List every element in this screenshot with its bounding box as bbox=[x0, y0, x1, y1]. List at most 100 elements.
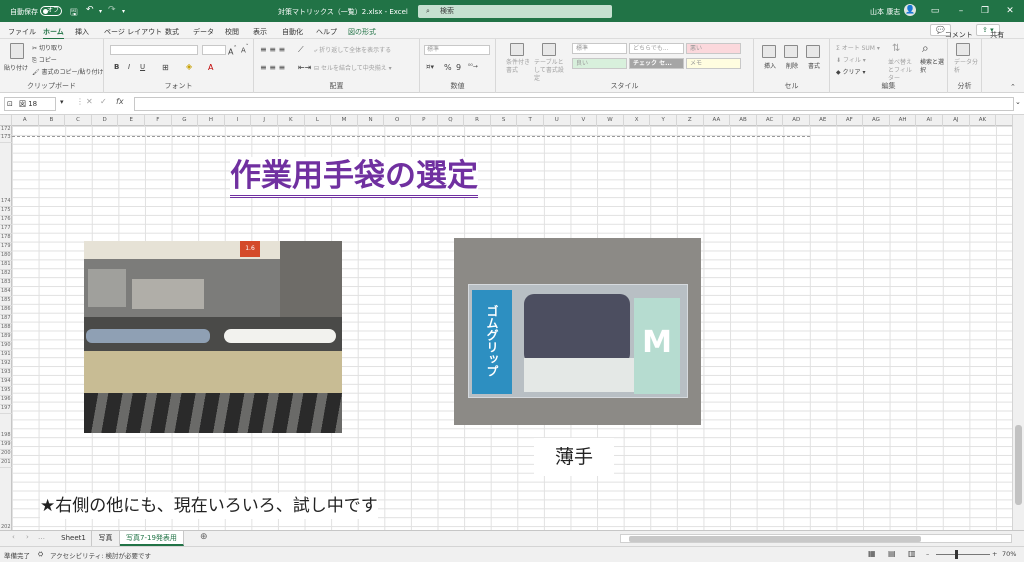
font-name-combo[interactable] bbox=[110, 45, 198, 55]
column-header[interactable]: AH bbox=[890, 115, 917, 126]
photo-caption[interactable]: 薄手 bbox=[534, 438, 614, 476]
avatar[interactable]: 👤 bbox=[904, 4, 916, 16]
merge-center-button[interactable]: ⊟ セルを結合して中央揃え ▾ bbox=[314, 63, 392, 72]
column-header[interactable]: B bbox=[39, 115, 66, 126]
paste-icon[interactable] bbox=[10, 43, 24, 59]
tab-view[interactable]: 表示 bbox=[253, 27, 267, 37]
comma-icon[interactable]: 9 bbox=[456, 63, 461, 72]
row-header[interactable]: 173 bbox=[0, 134, 12, 143]
row-header[interactable]: 179 bbox=[0, 243, 12, 252]
column-header[interactable]: AD bbox=[783, 115, 810, 126]
style-normal[interactable]: 標準 bbox=[572, 43, 627, 54]
underline-icon[interactable]: U bbox=[140, 63, 145, 71]
column-header[interactable]: V bbox=[571, 115, 598, 126]
row-header[interactable]: 182 bbox=[0, 270, 12, 279]
share-button[interactable]: ⇪ 共有 ▾ bbox=[976, 24, 1004, 39]
insert-cells-button[interactable]: 挿入 bbox=[764, 61, 776, 70]
style-note[interactable]: メモ bbox=[686, 58, 741, 69]
column-header[interactable]: S bbox=[491, 115, 518, 126]
conditional-format-icon[interactable] bbox=[510, 43, 524, 56]
tab-formulas[interactable]: 数式 bbox=[165, 27, 179, 37]
percent-icon[interactable]: % bbox=[444, 63, 452, 72]
vertical-scrollbar[interactable] bbox=[1012, 115, 1024, 530]
row-header[interactable]: 174 bbox=[0, 198, 12, 207]
column-header[interactable]: C bbox=[65, 115, 92, 126]
ribbon-display-icon[interactable]: ▭ bbox=[928, 5, 942, 17]
horizontal-scrollbar[interactable] bbox=[620, 534, 1012, 543]
row-header[interactable]: 188 bbox=[0, 324, 12, 333]
zoom-level[interactable]: 70% bbox=[1002, 550, 1016, 558]
collapse-ribbon-icon[interactable]: ⌃ bbox=[1010, 83, 1016, 91]
row-header[interactable]: 201 bbox=[0, 459, 12, 468]
row-header[interactable]: 200 bbox=[0, 450, 12, 459]
column-header[interactable]: AC bbox=[757, 115, 784, 126]
row-header[interactable]: 198 bbox=[0, 432, 12, 441]
restore-icon[interactable]: ❐ bbox=[978, 5, 992, 17]
minimize-icon[interactable]: – bbox=[954, 5, 968, 17]
search-box[interactable]: ⌕ 検索 bbox=[418, 5, 612, 18]
undo-dropdown-icon[interactable]: ▾ bbox=[99, 8, 102, 15]
fill-color-icon[interactable]: ◈ bbox=[186, 62, 192, 71]
zoom-in-icon[interactable]: + bbox=[992, 550, 997, 558]
tab-automate[interactable]: 自動化 bbox=[282, 27, 303, 37]
horizontal-scroll-thumb[interactable] bbox=[629, 536, 921, 542]
cancel-entry-icon[interactable]: ✕ bbox=[86, 97, 93, 106]
column-header[interactable]: M bbox=[331, 115, 358, 126]
row-header[interactable]: 196 bbox=[0, 396, 12, 405]
column-header[interactable]: AA bbox=[704, 115, 731, 126]
insert-cells-icon[interactable] bbox=[762, 45, 776, 58]
sheet-tab-photo-presentation[interactable]: 写真7-19発表用 bbox=[120, 531, 184, 546]
column-header[interactable]: J bbox=[251, 115, 278, 126]
sheet-tab-sheet1[interactable]: Sheet1 bbox=[56, 531, 92, 546]
italic-icon[interactable]: I bbox=[128, 63, 130, 71]
photo-glove-workbench[interactable]: 1.6 bbox=[84, 241, 342, 433]
column-header[interactable]: L bbox=[305, 115, 332, 126]
page-break-view-icon[interactable]: ▥ bbox=[908, 549, 916, 558]
column-header[interactable]: AG bbox=[863, 115, 890, 126]
sort-filter-icon[interactable]: ⇅ bbox=[892, 43, 900, 54]
column-header[interactable]: Y bbox=[650, 115, 677, 126]
analyze-data-icon[interactable] bbox=[956, 43, 970, 56]
row-header[interactable]: 178 bbox=[0, 234, 12, 243]
close-icon[interactable]: ✕ bbox=[1003, 5, 1017, 17]
orientation-icon[interactable]: ⟋ bbox=[298, 45, 304, 55]
row-header[interactable]: 197 bbox=[0, 405, 12, 414]
column-header[interactable]: P bbox=[411, 115, 438, 126]
expand-formula-icon[interactable]: ⌄ bbox=[1015, 98, 1021, 106]
find-select-button[interactable]: 検索と選択 bbox=[920, 59, 944, 75]
select-all-corner[interactable] bbox=[0, 115, 12, 126]
decrease-font-icon[interactable]: Aˇ bbox=[241, 45, 249, 54]
delete-cells-button[interactable]: 削除 bbox=[786, 61, 798, 70]
column-header[interactable]: AI bbox=[916, 115, 943, 126]
column-header[interactable]: O bbox=[384, 115, 411, 126]
row-header[interactable]: 190 bbox=[0, 342, 12, 351]
row-header[interactable]: 199 bbox=[0, 441, 12, 450]
row-header[interactable]: 192 bbox=[0, 360, 12, 369]
tab-data[interactable]: データ bbox=[193, 27, 214, 37]
autosum-button[interactable]: Σ オート SUM ▾ bbox=[836, 43, 880, 52]
style-good[interactable]: 良い bbox=[572, 58, 627, 69]
name-box-dropdown-icon[interactable]: ▾ bbox=[60, 98, 64, 106]
delete-cells-icon[interactable] bbox=[784, 45, 798, 58]
accessibility-status[interactable]: アクセシビリティ: 検討が必要です bbox=[50, 550, 151, 560]
tab-picture-format[interactable]: 図の形式 bbox=[348, 27, 376, 37]
row-header[interactable]: 181 bbox=[0, 261, 12, 270]
row-header[interactable]: 180 bbox=[0, 252, 12, 261]
row-header[interactable]: 189 bbox=[0, 333, 12, 342]
normal-view-icon[interactable]: ▦ bbox=[868, 549, 876, 558]
zoom-out-icon[interactable]: – bbox=[926, 550, 929, 558]
style-check-cell[interactable]: チェック セ... bbox=[629, 58, 684, 69]
column-header[interactable]: U bbox=[544, 115, 571, 126]
style-neutral[interactable]: どちらでも... bbox=[629, 43, 684, 54]
row-header[interactable]: 191 bbox=[0, 351, 12, 360]
comment-button[interactable]: 💬 コメント bbox=[930, 24, 973, 39]
sheet-tab-photo[interactable]: 写真 bbox=[92, 531, 120, 546]
format-as-table-icon[interactable] bbox=[542, 43, 556, 56]
row-header[interactable]: 175 bbox=[0, 207, 12, 216]
zoom-slider-knob[interactable] bbox=[955, 550, 958, 559]
font-size-combo[interactable] bbox=[202, 45, 226, 55]
zoom-slider[interactable] bbox=[936, 554, 990, 555]
tab-insert[interactable]: 挿入 bbox=[75, 27, 89, 37]
page-layout-view-icon[interactable]: ▤ bbox=[888, 549, 896, 558]
row-header[interactable]: 186 bbox=[0, 306, 12, 315]
